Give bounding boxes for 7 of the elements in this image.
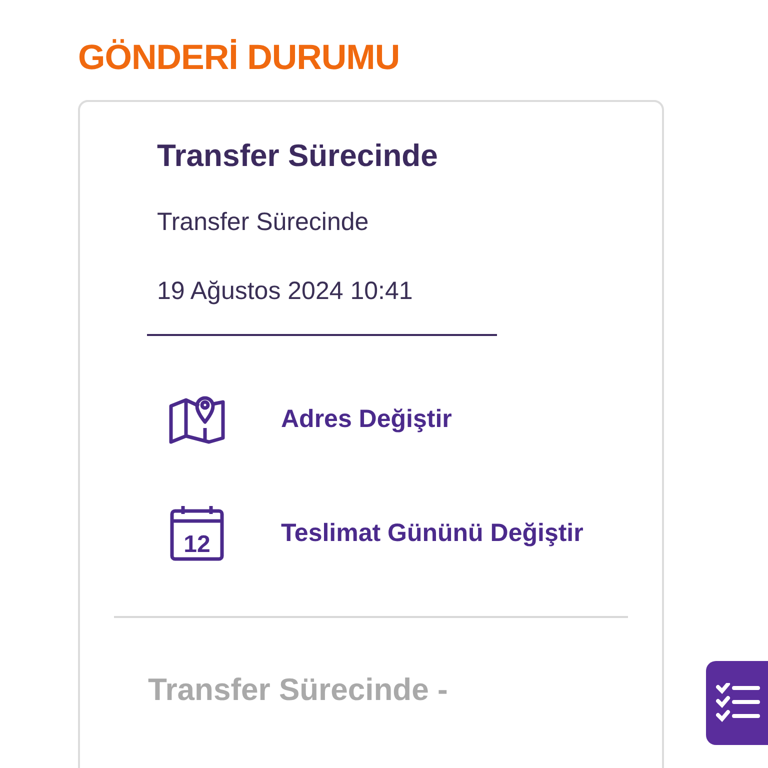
status-date: 19 Ağustos 2024 10:41 (157, 277, 414, 306)
status-description: Transfer Sürecinde (157, 208, 370, 237)
status-heading: Transfer Sürecinde (157, 138, 439, 174)
next-status-heading: Transfer Sürecinde - (148, 672, 449, 708)
action-link[interactable]: Adres Değiştir (169, 394, 662, 444)
action-link[interactable]: 12 Teslimat Gününü Değiştir (169, 504, 662, 562)
page-title: GÖNDERİ DURUMU (78, 38, 401, 78)
